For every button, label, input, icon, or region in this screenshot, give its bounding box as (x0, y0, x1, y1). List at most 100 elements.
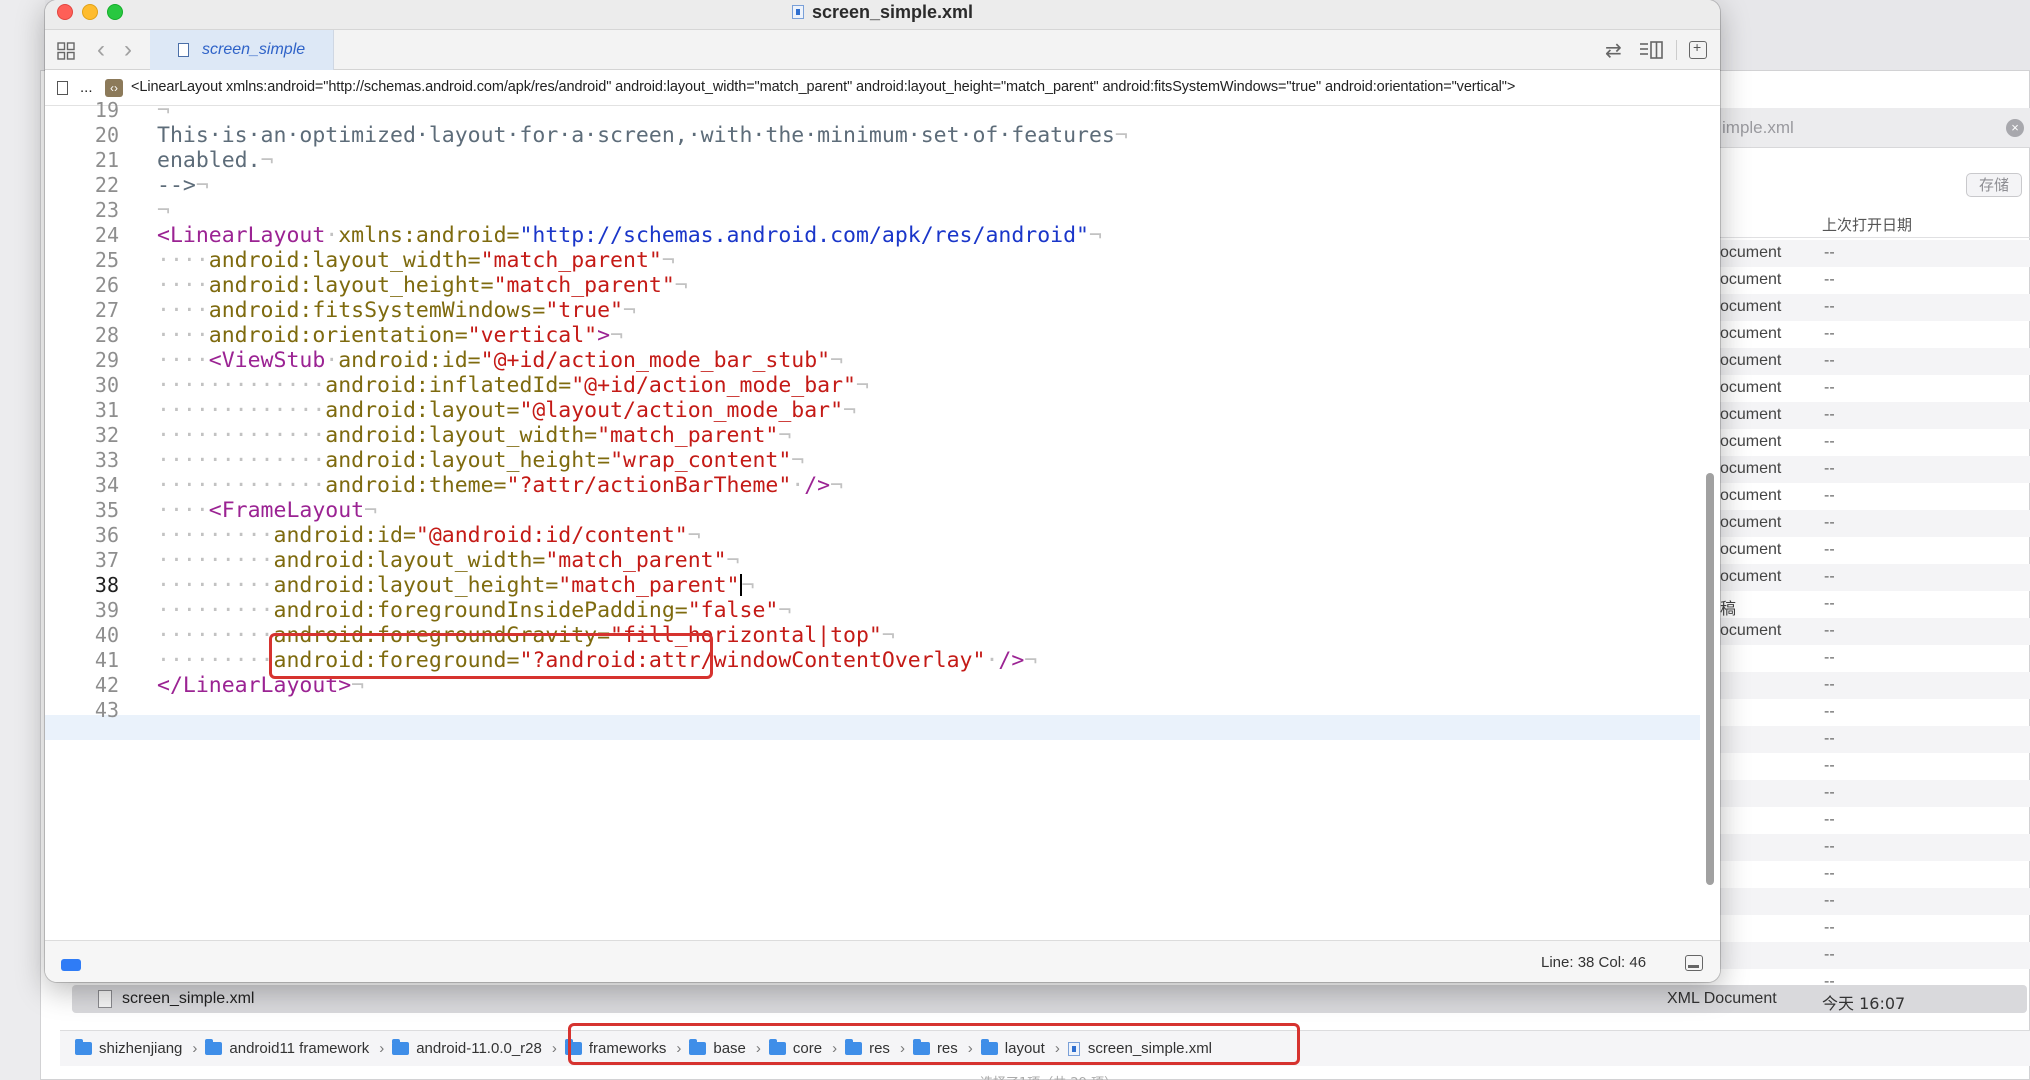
code-line[interactable]: 36 ·········android:id="@android:id/conte… (45, 523, 1720, 548)
jump-bar-element[interactable]: <LinearLayout xmlns:android="http://sche… (131, 79, 1515, 95)
code-line[interactable]: 24 <LinearLayout·xmlns:android="http://sc… (45, 223, 1720, 248)
chevron-right-icon[interactable]: › (124, 36, 132, 64)
code-line[interactable]: 39 ·········android:foregroundInsidePaddi… (45, 598, 1720, 623)
list-item[interactable]: ocument -- (1700, 429, 2030, 456)
file-kind: ocument (1720, 622, 1782, 639)
list-item[interactable]: ocument -- (1700, 564, 2030, 591)
list-item[interactable]: ocument -- (1700, 267, 2030, 294)
line-number: 38 (94, 573, 119, 597)
list-item[interactable]: -- (1700, 753, 2030, 780)
line-number: 39 (94, 598, 119, 622)
code-line[interactable]: 37 ·········android:layout_width="match_p… (45, 548, 1720, 573)
list-item[interactable]: -- (1700, 861, 2030, 888)
list-item[interactable]: ocument -- (1700, 321, 2030, 348)
list-item[interactable]: ocument -- (1700, 537, 2030, 564)
code-token: ········· (157, 623, 274, 648)
code-line[interactable]: 34 ·············android:theme="?attr/acti… (45, 473, 1720, 498)
background-search-tab[interactable]: imple.xml × (1700, 108, 2030, 148)
line-number: 43 (94, 698, 119, 722)
code-token: ¬ (610, 323, 624, 348)
code-token: android:layout_height= (273, 573, 559, 598)
code-line[interactable]: 32 ·············android:layout_width="mat… (45, 423, 1720, 448)
list-item[interactable]: -- (1700, 942, 2030, 969)
list-item[interactable]: ocument -- (1700, 348, 2030, 375)
selected-file-row[interactable]: screen_simple.xml XML Document 今天 16:07 (72, 985, 2027, 1013)
column-header-last-opened[interactable]: 上次打开日期 (1822, 214, 1912, 235)
code-token: ········· (157, 573, 274, 598)
list-item[interactable]: ocument -- (1700, 294, 2030, 321)
content-id-highlight-box (269, 633, 713, 679)
path-item[interactable]: android11 framework (205, 1039, 369, 1057)
code-line[interactable]: 29 ····<ViewStub·android:id="@+id/action_… (45, 348, 1720, 373)
document-icon (178, 43, 189, 57)
code-line[interactable]: 28 ····android:orientation="vertical">¬ (45, 323, 1720, 348)
list-item[interactable]: 稿 -- (1700, 591, 2030, 618)
code-line[interactable]: 22 -->¬ (45, 173, 1720, 198)
add-editor-icon[interactable] (1689, 39, 1707, 59)
code-line[interactable]: 19 ¬ (45, 98, 1720, 123)
source-editor[interactable]: 19 ¬ 20 This·is·an·optimized·layout·for·a·s… (45, 98, 1720, 940)
code-token: ¬ (661, 248, 675, 273)
code-token: ············· (157, 473, 326, 498)
code-line[interactable]: 25 ····android:layout_width="match_parent… (45, 248, 1720, 273)
close-icon[interactable]: × (2006, 119, 2024, 137)
grid-icon[interactable] (57, 42, 75, 60)
code-line[interactable]: 20 This·is·an·optimized·layout·for·a·scre… (45, 123, 1720, 148)
list-item[interactable]: -- (1700, 915, 2030, 942)
path-item[interactable]: shizhenjiang (75, 1039, 182, 1057)
vertical-scrollbar[interactable] (1706, 473, 1714, 885)
list-item[interactable]: -- (1700, 645, 2030, 672)
list-item[interactable]: ocument -- (1700, 375, 2030, 402)
file-date: -- (1824, 784, 1835, 801)
code-line[interactable]: 35 ····<FrameLayout¬ (45, 498, 1720, 523)
debug-area-toggle-icon[interactable] (1685, 955, 1703, 971)
code-token: ········· (157, 548, 274, 573)
cursor-position: Line: 38 Col: 46 (1541, 954, 1647, 971)
code-line[interactable]: 43 (45, 698, 1720, 723)
file-list-header: 上次打开日期 (1700, 208, 2030, 238)
code-line[interactable]: 33 ·············android:layout_height="wr… (45, 448, 1720, 473)
chevron-left-icon[interactable]: ‹ (97, 36, 105, 64)
tab-screen-simple[interactable]: screen_simple (150, 30, 334, 70)
code-token: android:foregroundInsidePadding= (273, 598, 688, 623)
chevron-right-icon: › (379, 1040, 385, 1057)
list-item[interactable]: -- (1700, 888, 2030, 915)
list-item[interactable]: ocument -- (1700, 402, 2030, 429)
code-token: ¬ (260, 148, 274, 173)
list-item[interactable]: -- (1700, 780, 2030, 807)
editor-options-icon[interactable] (1639, 41, 1663, 59)
list-item[interactable]: ocument -- (1700, 618, 2030, 645)
file-name: screen_simple.xml (122, 990, 255, 1007)
code-line[interactable]: 26 ····android:layout_height="match_paren… (45, 273, 1720, 298)
list-item[interactable]: ocument -- (1700, 510, 2030, 537)
swap-arrows-icon[interactable]: ⇄ (1605, 38, 1622, 63)
status-indicator-icon[interactable] (61, 959, 81, 971)
file-date: -- (1824, 352, 1835, 369)
save-button[interactable]: 存储 (1966, 173, 2022, 197)
code-line[interactable]: 21 enabled.¬ (45, 148, 1720, 173)
list-item[interactable]: ocument -- (1700, 240, 2030, 267)
related-items-icon[interactable] (57, 81, 68, 95)
code-token: /> (998, 648, 1025, 673)
code-line[interactable]: 27 ····android:fitsSystemWindows="true"¬ (45, 298, 1720, 323)
list-item[interactable]: -- (1700, 726, 2030, 753)
code-token: "@+id/action_mode_bar" (571, 373, 857, 398)
code-token: ¬ (856, 373, 869, 398)
list-item[interactable]: -- (1700, 699, 2030, 726)
path-item[interactable]: android-11.0.0_r28 (392, 1039, 542, 1057)
file-date: -- (1824, 244, 1835, 261)
list-item[interactable]: ocument -- (1700, 483, 2030, 510)
list-item[interactable]: -- (1700, 672, 2030, 699)
code-line[interactable]: 38 ·········android:layout_height="match_… (45, 573, 1720, 598)
list-item[interactable]: ocument -- (1700, 456, 2030, 483)
code-token: ¬ (157, 98, 170, 123)
code-line[interactable]: 31 ·············android:layout="@layout/a… (45, 398, 1720, 423)
code-token: android:id= (273, 523, 416, 548)
code-line[interactable]: 30 ·············android:inflatedId="@+id/… (45, 373, 1720, 398)
list-item[interactable]: -- (1700, 807, 2030, 834)
list-item[interactable]: -- (1700, 834, 2030, 861)
line-number: 24 (94, 223, 119, 247)
file-date: -- (1824, 298, 1835, 315)
code-line[interactable]: 23 ¬ (45, 198, 1720, 223)
jump-bar-ellipsis[interactable]: ... (80, 79, 93, 96)
